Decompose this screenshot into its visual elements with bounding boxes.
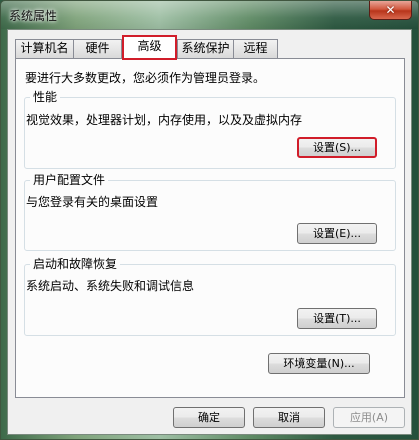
startup-recovery-title: 启动和故障恢复 bbox=[30, 257, 121, 271]
performance-description: 视觉效果，处理器计划，内存使用，以及及虚拟内存 bbox=[26, 113, 303, 127]
performance-title: 性能 bbox=[30, 90, 61, 104]
apply-button[interactable]: 应用(A) bbox=[333, 407, 405, 428]
user-profiles-description: 与您登录有关的桌面设置 bbox=[26, 195, 159, 209]
dialog-client-area: 计算机名 硬件 高级 系统保护 远程 要进行大多数更改，您必须作为管理员登录。 … bbox=[7, 29, 412, 435]
close-button[interactable]: ✕ bbox=[369, 1, 412, 20]
user-profiles-settings-button[interactable]: 设置(E)... bbox=[297, 223, 377, 244]
tab-computer-name[interactable]: 计算机名 bbox=[15, 39, 74, 58]
ok-button[interactable]: 确定 bbox=[173, 407, 245, 428]
startup-recovery-description: 系统启动、系统失败和调试信息 bbox=[26, 279, 195, 293]
performance-settings-button[interactable]: 设置(S)... bbox=[297, 137, 377, 158]
admin-note: 要进行大多数更改，您必须作为管理员登录。 bbox=[25, 71, 266, 85]
cancel-button[interactable]: 取消 bbox=[253, 407, 325, 428]
performance-group: 性能 视觉效果，处理器计划，内存使用，以及及虚拟内存 设置(S)... bbox=[24, 90, 396, 169]
startup-recovery-group: 启动和故障恢复 系统启动、系统失败和调试信息 设置(T)... bbox=[24, 257, 396, 336]
close-icon: ✕ bbox=[385, 3, 396, 17]
window-title: 系统属性 bbox=[9, 9, 58, 23]
tab-advanced[interactable]: 高级 bbox=[122, 35, 177, 60]
system-properties-window: 系统属性 ✕ 计算机名 硬件 高级 系统保护 远程 要进行大多数更改，您必须作为… bbox=[0, 0, 419, 440]
startup-recovery-settings-button[interactable]: 设置(T)... bbox=[297, 308, 377, 329]
tab-system-protection[interactable]: 系统保护 bbox=[177, 39, 234, 58]
tab-hardware[interactable]: 硬件 bbox=[73, 39, 122, 58]
tab-remote[interactable]: 远程 bbox=[233, 39, 278, 58]
advanced-tab-panel: 要进行大多数更改，您必须作为管理员登录。 性能 视觉效果，处理器计划，内存使用，… bbox=[15, 58, 405, 398]
title-bar[interactable]: 系统属性 ✕ bbox=[1, 1, 418, 29]
user-profiles-title: 用户配置文件 bbox=[30, 173, 109, 187]
user-profiles-group: 用户配置文件 与您登录有关的桌面设置 设置(E)... bbox=[24, 173, 396, 251]
environment-variables-button[interactable]: 环境变量(N)... bbox=[268, 353, 370, 374]
